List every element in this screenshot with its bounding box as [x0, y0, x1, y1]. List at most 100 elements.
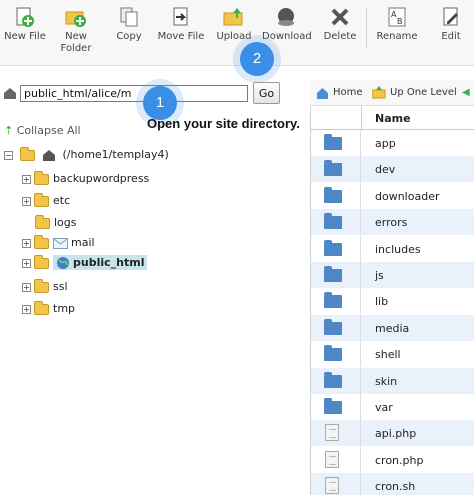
home-link[interactable]: Home [333, 87, 363, 98]
tree-item-tmp[interactable]: + tmp [22, 300, 76, 320]
expand-icon[interactable]: + [22, 304, 31, 314]
up-folder-icon [372, 86, 386, 99]
globe-icon [57, 257, 69, 269]
back-arrow-icon[interactable]: ◀ [462, 87, 470, 98]
list-row[interactable]: app [311, 130, 474, 156]
row-name: dev [375, 163, 396, 177]
collapse-expander-icon[interactable]: − [4, 150, 13, 160]
new-folder-label-2: Folder [60, 43, 92, 54]
path-input[interactable] [20, 85, 248, 102]
new-file-button[interactable]: New File [4, 6, 46, 43]
edit-button[interactable]: Edit [436, 6, 466, 43]
list-row[interactable]: skin [311, 367, 474, 394]
list-row[interactable]: errors [311, 209, 474, 236]
instruction-text: Open your site directory. [147, 116, 300, 131]
row-icon-cell [311, 367, 361, 394]
collapse-icon: ⇡ [4, 124, 14, 137]
row-icon-cell [311, 473, 361, 495]
folder-icon [324, 318, 342, 335]
folder-icon [34, 300, 49, 315]
copy-button[interactable]: Copy [112, 6, 146, 43]
folder-icon [324, 398, 342, 414]
folder-icon [34, 192, 49, 207]
column-divider [361, 106, 362, 130]
step-badge-2: 2 [240, 42, 274, 76]
list-row[interactable]: cron.php [311, 446, 474, 473]
step-badge-1: 1 [143, 86, 177, 120]
tree-item-label: ssl [53, 280, 68, 293]
folder-icon [324, 345, 342, 362]
row-icon-cell [311, 420, 361, 447]
delete-label: Delete [323, 31, 357, 42]
toolbar-divider [366, 8, 367, 48]
row-icon-cell [311, 314, 361, 341]
new-folder-button[interactable]: New Folder [58, 6, 94, 55]
tree-item-backupwordpress[interactable]: + backupwordpress [22, 170, 149, 190]
expand-icon[interactable]: + [22, 196, 31, 206]
move-file-button[interactable]: Move File [156, 6, 206, 43]
delete-icon [331, 8, 349, 26]
folder-icon [324, 134, 342, 150]
folder-icon [35, 214, 50, 229]
up-one-level-link[interactable]: Up One Level [390, 87, 457, 98]
expand-icon[interactable]: + [22, 174, 31, 184]
tree-root[interactable]: − (/home1/templay4) [4, 146, 169, 161]
row-icon-cell [311, 130, 361, 156]
tree-item-ssl[interactable]: + ssl [22, 278, 68, 298]
list-header: Name [311, 106, 474, 130]
upload-icon [223, 8, 243, 26]
list-row[interactable]: var [311, 394, 474, 420]
download-button[interactable]: Download [262, 6, 312, 43]
tree-item-mail[interactable]: + mail [22, 234, 95, 254]
tree-item-public-html[interactable]: + public_html [22, 254, 148, 274]
new-folder-icon [65, 11, 86, 27]
new-file-icon [16, 7, 34, 27]
folder-icon [34, 170, 49, 185]
list-row[interactable]: api.php [311, 420, 474, 447]
upload-button[interactable]: Upload [215, 6, 253, 43]
row-name: includes [375, 242, 421, 256]
collapse-all-label: Collapse All [16, 124, 81, 137]
name-column-header[interactable]: Name [375, 112, 411, 125]
expand-icon[interactable]: + [22, 282, 31, 292]
row-name: cron.php [375, 453, 424, 467]
tree-item-label: tmp [53, 302, 76, 315]
folder-icon [324, 239, 342, 256]
tree-item-logs[interactable]: logs [35, 214, 77, 234]
row-name: downloader [375, 189, 440, 203]
tree-item-selected: public_html [53, 255, 148, 270]
row-icon-cell [311, 209, 361, 236]
download-icon [278, 8, 294, 26]
tree-item-label: logs [54, 216, 77, 229]
file-list: Name app dev downloader errors includes js lib… [310, 106, 474, 495]
list-row[interactable]: js [311, 262, 474, 288]
go-button[interactable]: Go [253, 82, 280, 104]
move-file-icon [173, 7, 188, 26]
list-row[interactable]: lib [311, 288, 474, 315]
folder-icon [324, 186, 342, 203]
delete-button[interactable]: Delete [322, 6, 358, 43]
copy-label: Copy [116, 31, 142, 42]
expand-icon[interactable]: + [22, 258, 31, 268]
download-label: Download [262, 31, 312, 42]
list-row[interactable]: cron.sh [311, 473, 474, 495]
copy-icon [120, 7, 138, 27]
rename-label: Rename [376, 31, 418, 42]
navigation-bar: Home Up One Level ◀ [310, 80, 474, 106]
rename-button[interactable]: AB Rename [376, 6, 418, 43]
list-row[interactable]: includes [311, 235, 474, 262]
list-row[interactable]: media [311, 314, 474, 341]
folder-icon [324, 160, 342, 177]
move-file-label: Move File [157, 31, 205, 42]
list-row[interactable]: shell [311, 341, 474, 368]
expand-icon[interactable]: + [22, 238, 31, 248]
new-file-label: New File [4, 31, 46, 42]
row-icon-cell [311, 288, 361, 315]
tree-item-etc[interactable]: + etc [22, 192, 70, 212]
collapse-all-link[interactable]: ⇡ Collapse All [4, 124, 81, 137]
list-row[interactable]: dev [311, 156, 474, 183]
row-icon-cell [311, 446, 361, 473]
folder-icon [324, 266, 342, 282]
tree-root-label: (/home1/templay4) [62, 148, 169, 161]
list-row[interactable]: downloader [311, 182, 474, 209]
